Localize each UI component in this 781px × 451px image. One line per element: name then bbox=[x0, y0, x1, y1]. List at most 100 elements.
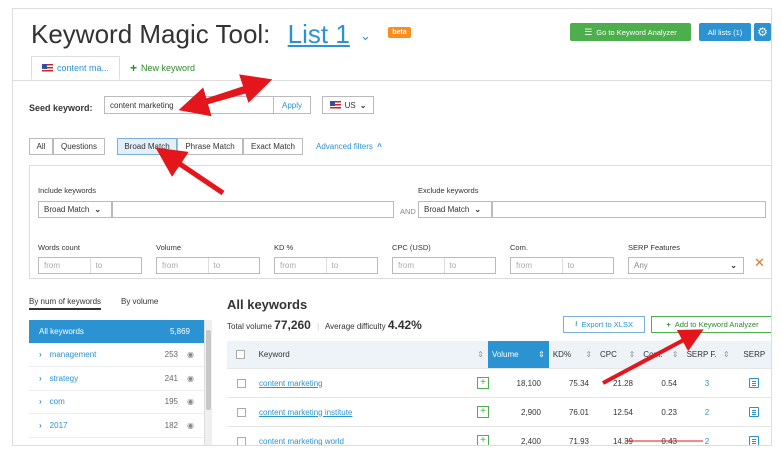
total-volume-value: 77,260 bbox=[274, 318, 311, 332]
eye-icon[interactable]: ◉ bbox=[187, 397, 194, 406]
gear-icon[interactable]: ⚙ bbox=[754, 23, 771, 41]
seed-keyword-label: Seed keyword: bbox=[29, 103, 93, 113]
table-row: content marketing world + 2,400 71.93 14… bbox=[227, 427, 771, 446]
serp-features-link[interactable]: 3 bbox=[705, 379, 709, 388]
chevron-down-icon: ⌄ bbox=[359, 100, 367, 110]
group-item-2017[interactable]: › 2017 182 ◉ bbox=[29, 414, 204, 438]
com-cell: 0.54 bbox=[661, 378, 677, 388]
chevron-down-icon: ⌄ bbox=[474, 205, 482, 214]
serp-features-select[interactable]: Any ⌄ bbox=[628, 257, 744, 274]
group-item-all[interactable]: All keywords 5,869 bbox=[29, 320, 204, 344]
words-count-range[interactable]: from to bbox=[38, 257, 142, 274]
plus-icon: + bbox=[666, 320, 671, 329]
serp-features-link[interactable]: 2 bbox=[705, 408, 709, 417]
advanced-filters-toggle[interactable]: Advanced filters ^ bbox=[316, 142, 382, 151]
and-label: AND bbox=[400, 207, 416, 216]
row-checkbox[interactable] bbox=[236, 407, 246, 417]
keyword-link[interactable]: content marketing world bbox=[259, 437, 344, 446]
chevron-right-icon[interactable]: › bbox=[39, 374, 42, 383]
sidebar-scrollbar[interactable] bbox=[204, 320, 212, 445]
exclude-match-select[interactable]: Broad Match ⌄ bbox=[418, 201, 492, 218]
com-label: Com. bbox=[510, 243, 528, 252]
include-match-select[interactable]: Broad Match ⌄ bbox=[38, 201, 112, 218]
column-keyword[interactable]: Keyword ⇕ bbox=[255, 341, 488, 368]
select-all-checkbox[interactable] bbox=[236, 350, 246, 359]
chevron-down-icon: ⌄ bbox=[730, 261, 737, 270]
column-kd[interactable]: KD% ⇕ bbox=[549, 341, 596, 368]
tab-questions[interactable]: Questions bbox=[53, 138, 105, 155]
chevron-down-icon[interactable]: ⌄ bbox=[360, 28, 371, 43]
add-keyword-icon[interactable]: + bbox=[477, 406, 489, 418]
chevron-right-icon[interactable]: › bbox=[39, 421, 42, 430]
kd-range[interactable]: from to bbox=[274, 257, 378, 274]
tab-all[interactable]: All bbox=[29, 138, 53, 155]
volume-cell: 2,400 bbox=[520, 436, 541, 446]
scrollbar-thumb[interactable] bbox=[206, 330, 211, 410]
com-cell: 0.43 bbox=[661, 436, 677, 446]
volume-range[interactable]: from to bbox=[156, 257, 260, 274]
column-serp-features[interactable]: SERP F. ⇕ bbox=[683, 341, 734, 368]
keyword-link[interactable]: content marketing institute bbox=[259, 408, 352, 417]
cpc-range[interactable]: from to bbox=[392, 257, 496, 274]
apply-button[interactable]: Apply bbox=[273, 96, 311, 114]
sort-icon: ⇕ bbox=[722, 350, 730, 359]
table-header: Keyword ⇕ Volume ⇕ KD% ⇕ CPC ⇕ Com. ⇕ SERP F.… bbox=[227, 341, 771, 369]
serp-icon[interactable] bbox=[749, 407, 759, 417]
column-serp: SERP bbox=[743, 350, 766, 359]
keyword-link[interactable]: content marketing bbox=[259, 379, 323, 388]
keyword-tabs: content ma... + New keyword bbox=[31, 56, 205, 80]
add-to-keyword-analyzer-button[interactable]: + Add to Keyword Analyzer bbox=[651, 316, 771, 333]
tab-exact-match[interactable]: Exact Match bbox=[243, 138, 303, 155]
group-item-management[interactable]: › management 253 ◉ bbox=[29, 344, 204, 367]
tab-broad-match[interactable]: Broad Match bbox=[117, 138, 177, 155]
com-cell: 0.23 bbox=[661, 407, 677, 417]
tab-divider bbox=[13, 80, 771, 81]
volume-cell: 18,100 bbox=[516, 378, 541, 388]
by-volume-tab[interactable]: By volume bbox=[121, 297, 158, 306]
com-range[interactable]: from to bbox=[510, 257, 614, 274]
cpc-cell: 12.54 bbox=[612, 407, 633, 417]
avg-difficulty-value: 4.42% bbox=[387, 318, 422, 332]
by-num-keywords-tab[interactable]: By num of keywords bbox=[29, 297, 102, 310]
add-keyword-icon[interactable]: + bbox=[477, 377, 489, 389]
tab-phrase-match[interactable]: Phrase Match bbox=[177, 138, 243, 155]
tab-content-marketing[interactable]: content ma... bbox=[31, 56, 121, 80]
row-checkbox[interactable] bbox=[236, 436, 246, 445]
add-keyword-icon[interactable]: + bbox=[477, 435, 489, 445]
serp-features-link[interactable]: 2 bbox=[705, 437, 709, 446]
words-count-label: Words count bbox=[38, 243, 80, 252]
database-select[interactable]: US ⌄ bbox=[322, 96, 374, 114]
page-title: Keyword Magic Tool: List 1 ⌄ beta bbox=[31, 19, 411, 50]
new-keyword-tab[interactable]: + New keyword bbox=[120, 56, 205, 80]
plus-icon: + bbox=[130, 61, 138, 75]
row-checkbox[interactable] bbox=[236, 378, 246, 388]
serp-icon[interactable] bbox=[749, 436, 759, 445]
chevron-down-icon: ⌄ bbox=[94, 205, 102, 214]
serp-icon[interactable] bbox=[749, 378, 759, 388]
exclude-keywords-input[interactable] bbox=[492, 201, 766, 218]
eye-icon[interactable]: ◉ bbox=[187, 374, 194, 383]
column-cpc[interactable]: CPC ⇕ bbox=[596, 341, 639, 368]
eye-icon[interactable]: ◉ bbox=[187, 421, 194, 430]
advanced-filters-panel: Include keywords Broad Match ⌄ AND Exclu… bbox=[29, 165, 771, 279]
chevron-right-icon[interactable]: › bbox=[39, 350, 42, 359]
group-item-com[interactable]: › com 195 ◉ bbox=[29, 391, 204, 414]
all-lists-button[interactable]: All lists (1) bbox=[699, 23, 751, 41]
close-icon[interactable]: ✕ bbox=[754, 255, 765, 271]
chevron-right-icon[interactable]: › bbox=[39, 397, 42, 406]
cpc-label: CPC (USD) bbox=[392, 243, 431, 252]
export-xlsx-button[interactable]: ⭳ Export to XLSX bbox=[563, 316, 645, 333]
include-keywords-input[interactable] bbox=[112, 201, 394, 218]
go-to-keyword-analyzer-button[interactable]: ☰ Go to Keyword Analyzer bbox=[570, 23, 691, 41]
group-item-strategy[interactable]: › strategy 241 ◉ bbox=[29, 367, 204, 391]
table-row: content marketing institute + 2,900 76.0… bbox=[227, 398, 771, 427]
sort-icon: ⇕ bbox=[538, 350, 545, 359]
us-flag-icon bbox=[329, 101, 341, 109]
sort-icon: ⇕ bbox=[671, 350, 679, 359]
seed-keyword-input[interactable]: content marketing bbox=[104, 96, 274, 114]
eye-icon[interactable]: ◉ bbox=[187, 350, 194, 359]
column-com[interactable]: Com. ⇕ bbox=[639, 341, 682, 368]
keywords-table: Keyword ⇕ Volume ⇕ KD% ⇕ CPC ⇕ Com. ⇕ SERP F.… bbox=[227, 341, 771, 446]
list-selector[interactable]: List 1 bbox=[288, 19, 350, 49]
column-volume[interactable]: Volume ⇕ bbox=[487, 341, 549, 368]
